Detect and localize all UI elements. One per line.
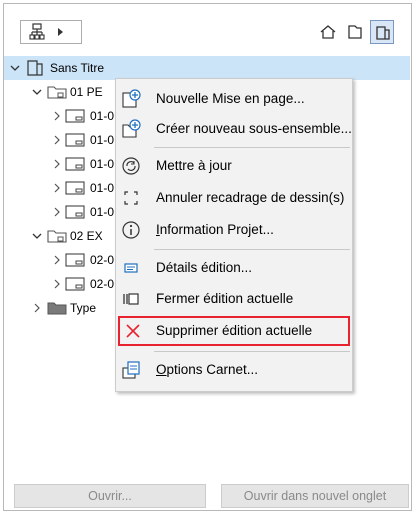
menu-item-update[interactable]: Mettre à jour (116, 151, 352, 181)
new-layout-icon (122, 89, 141, 108)
tree-item-label: 01-0 (90, 133, 115, 147)
layout-folder-icon (47, 86, 67, 99)
tree-item-subset[interactable]: 02 EX (4, 224, 124, 248)
tree-root-label: Sans Titre (50, 61, 105, 75)
tree-item-label: 01-0 (90, 205, 115, 219)
layout-icon (65, 133, 85, 147)
menu-item-close-issue[interactable]: Fermer édition actuelle (116, 284, 352, 314)
book-options-icon (122, 361, 140, 379)
menu-item-label: Créer nouveau sous-ensemble... (156, 121, 352, 136)
menu-item-label: Supprimer édition actuelle (156, 323, 313, 338)
chevron-right-icon[interactable] (52, 135, 62, 145)
delete-x-icon (126, 324, 140, 338)
open-in-new-tab-button[interactable]: Ouvrir dans nouvel onglet (221, 484, 409, 508)
tree-view-menu-button[interactable] (20, 20, 82, 44)
tree-item-label: 01-0 (90, 109, 115, 123)
menu-item-project-info[interactable]: Information Projet... (116, 215, 352, 245)
tree-item-subset[interactable]: 01 PE (4, 80, 124, 104)
menu-item-label: Détails édition... (156, 260, 253, 275)
chevron-right-icon[interactable] (52, 279, 62, 289)
menu-item-cancel-crop[interactable]: Annuler recadrage de dessin(s) (116, 183, 352, 213)
chevron-right-icon[interactable] (52, 255, 62, 265)
chevron-right-icon[interactable] (32, 303, 42, 313)
tree-item-label: 01-0 (90, 181, 115, 195)
menu-item-label: Fermer édition actuelle (156, 291, 294, 306)
context-menu: Nouvelle Mise en page... Créer nouveau s… (115, 78, 353, 392)
menu-separator (154, 249, 350, 250)
triangle-right-icon (58, 28, 63, 36)
chevron-down-icon[interactable] (10, 63, 20, 73)
view-map-button[interactable] (343, 20, 367, 44)
menu-separator (154, 147, 350, 148)
cancel-crop-icon (124, 191, 138, 205)
open-button[interactable]: Ouvrir... (14, 484, 206, 508)
layout-icon (65, 181, 85, 195)
project-map-button[interactable] (316, 20, 340, 44)
tree-item-label: 02-0 (90, 253, 115, 267)
menu-item-delete-issue[interactable]: Supprimer édition actuelle (118, 316, 350, 346)
navigator-toolbar (4, 4, 411, 54)
layout-book-icon (27, 60, 43, 76)
layout-icon (65, 157, 85, 171)
tree-item-layout[interactable]: 01-0 (4, 152, 124, 176)
layout-icon (65, 277, 85, 291)
chevron-right-icon[interactable] (52, 159, 62, 169)
layout-icon (65, 205, 85, 219)
layout-icon (65, 109, 85, 123)
tree-item-label: 02 EX (70, 229, 103, 243)
chevron-right-icon[interactable] (52, 207, 62, 217)
menu-item-new-subset[interactable]: Créer nouveau sous-ensemble... (116, 114, 352, 144)
tree-item-label: 01-0 (90, 157, 115, 171)
issue-details-icon (124, 263, 138, 273)
tree-root-row[interactable]: Sans Titre (4, 56, 410, 80)
folder-icon (47, 302, 67, 315)
menu-item-issue-details[interactable]: Détails édition... (116, 253, 352, 283)
tree-view-icon (29, 23, 45, 40)
chevron-right-icon[interactable] (52, 183, 62, 193)
menu-item-book-options[interactable]: Options Carnet... (116, 355, 352, 385)
menu-separator (154, 351, 350, 352)
tree-item-layout[interactable]: 02-0 (4, 272, 124, 296)
menu-item-label: Options Carnet... (156, 362, 259, 377)
chevron-down-icon[interactable] (32, 87, 42, 97)
tree-item-layout[interactable]: 01-0 (4, 104, 124, 128)
tree-item-label: 02-0 (90, 277, 115, 291)
layout-book-button[interactable] (370, 20, 394, 44)
layout-book-icon (376, 26, 390, 40)
layout-folder-icon (47, 230, 67, 243)
tree-item-layout[interactable]: 01-0 (4, 128, 124, 152)
close-issue-icon (123, 293, 139, 305)
menu-item-label: Annuler recadrage de dessin(s) (156, 190, 345, 205)
project-map-icon (320, 25, 336, 39)
chevron-down-icon[interactable] (32, 231, 42, 241)
tree-item-layout[interactable]: 01-0 (4, 200, 124, 224)
layout-icon (65, 253, 85, 267)
tree-item-folder[interactable]: Type (4, 296, 124, 320)
new-subset-icon (122, 119, 141, 138)
tree-item-layout[interactable]: 01-0 (4, 176, 124, 200)
tree-item-layout[interactable]: 02-0 (4, 248, 124, 272)
chevron-right-icon[interactable] (52, 111, 62, 121)
menu-item-label: Mettre à jour (156, 158, 232, 173)
menu-item-label: Nouvelle Mise en page... (156, 91, 305, 106)
update-icon (122, 157, 140, 175)
info-icon (122, 221, 140, 239)
tree-item-label: 01 PE (70, 85, 103, 99)
tree-item-label: Type (70, 301, 97, 315)
menu-item-new-layout[interactable]: Nouvelle Mise en page... (116, 84, 352, 114)
view-map-icon (348, 25, 362, 39)
menu-item-label: Information Projet... (156, 222, 274, 237)
